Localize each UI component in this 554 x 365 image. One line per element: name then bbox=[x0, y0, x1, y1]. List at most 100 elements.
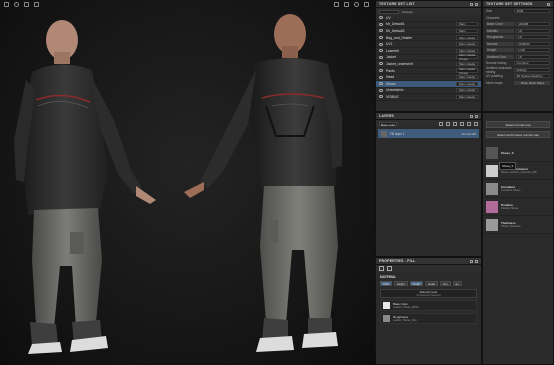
channel-format-select[interactable]: L16F bbox=[516, 48, 550, 53]
visibility-eye-icon[interactable] bbox=[379, 42, 383, 46]
close-icon[interactable] bbox=[475, 114, 478, 118]
maximize-icon[interactable] bbox=[470, 114, 473, 118]
shader-select[interactable]: Main shader (Copy) bbox=[456, 53, 478, 61]
texture-set-row[interactable]: Bag_and_Holster Main shader bbox=[376, 35, 481, 42]
view-mode-icon[interactable] bbox=[364, 2, 369, 7]
channel-format-select[interactable]: L8 bbox=[516, 54, 550, 59]
mesh-map-thumbnail bbox=[486, 164, 498, 177]
add-effect-icon[interactable] bbox=[439, 121, 443, 126]
layer-thumbnail bbox=[381, 130, 387, 137]
texture-set-row[interactable]: Pants Main shader (Copy) bbox=[376, 67, 481, 75]
channel-toggle-button[interactable]: ao bbox=[452, 281, 462, 286]
shader-select[interactable]: Main shader bbox=[456, 88, 478, 93]
mesh-map-item[interactable]: Position Position Shoes bbox=[483, 198, 553, 216]
texture-set-name: Shoes bbox=[386, 81, 396, 86]
channel-label: Ambient Occl. bbox=[486, 54, 514, 59]
search-input[interactable] bbox=[379, 9, 399, 14]
ao-mixing-label: Ambient occlusion mixing bbox=[486, 65, 512, 74]
mesh-map-source: Position Shoes bbox=[501, 207, 519, 210]
shader-select[interactable]: Main shader (Copy) bbox=[456, 67, 478, 75]
delete-icon[interactable] bbox=[474, 121, 478, 126]
visibility-eye-icon[interactable] bbox=[379, 95, 383, 99]
texture-set-row[interactable]: Jacket Main shader (Copy) bbox=[376, 53, 481, 61]
material-channel-slot[interactable]: Base Color Leather_Shoes_White bbox=[380, 300, 477, 311]
mesh-map-item[interactable]: Thickness Shoes_thickness bbox=[483, 216, 553, 234]
projection-tool-icon[interactable] bbox=[24, 2, 29, 7]
shader-select[interactable]: Main shader bbox=[456, 35, 478, 40]
shader-select[interactable]: Main shader bbox=[456, 75, 478, 80]
maximize-icon[interactable] bbox=[470, 259, 473, 263]
channel-toggle-button[interactable]: color bbox=[380, 281, 393, 286]
channel-label: Roughness bbox=[486, 35, 514, 40]
settings-label[interactable]: Settings bbox=[402, 10, 413, 14]
material-mode-box[interactable]: Material mode No Resource Selected bbox=[380, 289, 477, 298]
channel-format-select[interactable]: RGB16F bbox=[516, 41, 550, 46]
select-tool-icon[interactable] bbox=[4, 2, 9, 7]
texture-set-row[interactable]: Shoes Main shader bbox=[376, 80, 481, 88]
visibility-eye-icon[interactable] bbox=[379, 88, 383, 92]
shader-select[interactable]: Main bbox=[456, 22, 478, 27]
visibility-eye-icon[interactable] bbox=[379, 75, 383, 79]
visibility-eye-icon[interactable] bbox=[379, 82, 383, 86]
shader-select[interactable]: Main shader bbox=[456, 81, 478, 86]
texture-set-row[interactable]: Underfabric Main shader bbox=[376, 88, 481, 95]
shader-select[interactable]: Main shader bbox=[456, 61, 478, 67]
layer-row[interactable]: Fill layer 1 Normal 100 bbox=[378, 129, 479, 138]
shader-select[interactable]: Main shader bbox=[456, 48, 478, 53]
select-world-normal-button[interactable]: Select world space normal map bbox=[486, 131, 550, 138]
mesh-map-item[interactable]: Shoes_S bbox=[483, 144, 553, 162]
uv-padding-select[interactable]: 3D Space Neighbor bbox=[514, 74, 550, 79]
channel-toggle-button[interactable]: height bbox=[394, 281, 408, 286]
panel-header: LAYERS bbox=[376, 113, 481, 120]
add-mask-icon[interactable] bbox=[446, 121, 450, 126]
shader-select[interactable]: Main shader bbox=[456, 42, 478, 47]
channel-toggle-button[interactable]: rough bbox=[409, 281, 423, 286]
close-icon[interactable] bbox=[475, 259, 478, 263]
close-icon[interactable] bbox=[475, 2, 478, 6]
channel-format-select[interactable]: L8 bbox=[516, 28, 550, 33]
visibility-eye-icon[interactable] bbox=[379, 22, 383, 26]
shader-select[interactable]: Main bbox=[456, 28, 478, 34]
texture-set-row[interactable]: UV bbox=[376, 15, 481, 22]
texture-set-row[interactable]: UV1 Main shader bbox=[376, 41, 481, 48]
shader-select[interactable]: Main shader bbox=[456, 94, 478, 100]
ao-mixing-select[interactable]: Multiply bbox=[514, 67, 550, 72]
visibility-eye-icon[interactable] bbox=[379, 36, 383, 40]
visibility-eye-icon[interactable] bbox=[379, 29, 383, 33]
channel-toggle-button[interactable]: nrm bbox=[439, 281, 451, 286]
bake-mesh-maps-button[interactable]: Bake Mesh Maps bbox=[514, 80, 550, 85]
3d-viewport[interactable] bbox=[0, 0, 375, 365]
uv-icon[interactable] bbox=[387, 266, 392, 271]
close-icon[interactable] bbox=[547, 2, 550, 6]
mesh-map-thumbnail bbox=[486, 182, 498, 195]
add-fill-layer-icon[interactable] bbox=[453, 121, 457, 126]
normal-mixing-select[interactable]: Combine bbox=[514, 61, 550, 66]
channel-select[interactable]: Base color bbox=[379, 121, 397, 127]
add-folder-icon[interactable] bbox=[467, 121, 471, 126]
texture-set-row[interactable]: Mr_Default1 Main bbox=[376, 22, 481, 29]
texture-set-row[interactable]: Head Main shader bbox=[376, 74, 481, 81]
channel-format-select[interactable]: sRGB8 bbox=[516, 22, 550, 27]
texture-set-row[interactable]: VISIBLE Main shader bbox=[376, 94, 481, 101]
material-channel-slot[interactable]: Roughness Leather_Shoes_Nrm bbox=[380, 313, 477, 324]
size-select[interactable]: 2048 bbox=[514, 9, 550, 14]
maximize-icon[interactable] bbox=[470, 2, 473, 6]
channel-format-select[interactable]: L8 bbox=[516, 35, 550, 40]
visibility-eye-icon[interactable] bbox=[379, 16, 383, 20]
mesh-map-item[interactable]: Ambient occlusionShoes_ambient_occlusion… bbox=[483, 162, 553, 180]
paint-tool-icon[interactable] bbox=[14, 2, 19, 7]
visibility-eye-icon[interactable] bbox=[379, 62, 383, 66]
visibility-eye-icon[interactable] bbox=[379, 49, 383, 53]
mesh-map-item[interactable]: Curvature Curvature Shoes bbox=[483, 180, 553, 198]
channel-toggle-button[interactable]: metal bbox=[424, 281, 438, 286]
visibility-eye-icon[interactable] bbox=[379, 69, 383, 73]
texture-set-row[interactable]: Mr_Default2 Main bbox=[376, 28, 481, 35]
add-layer-icon[interactable] bbox=[460, 121, 464, 126]
polygon-fill-icon[interactable] bbox=[34, 2, 39, 7]
texture-set-toolbar: Settings bbox=[376, 8, 481, 15]
panel-title: TEXTURE SET SETTINGS bbox=[486, 2, 533, 6]
select-normal-map-button[interactable]: Select normal map bbox=[486, 121, 550, 128]
fill-icon[interactable] bbox=[379, 266, 384, 271]
layer-blend-mode[interactable]: Normal 100 bbox=[462, 132, 476, 136]
visibility-eye-icon[interactable] bbox=[379, 55, 383, 59]
